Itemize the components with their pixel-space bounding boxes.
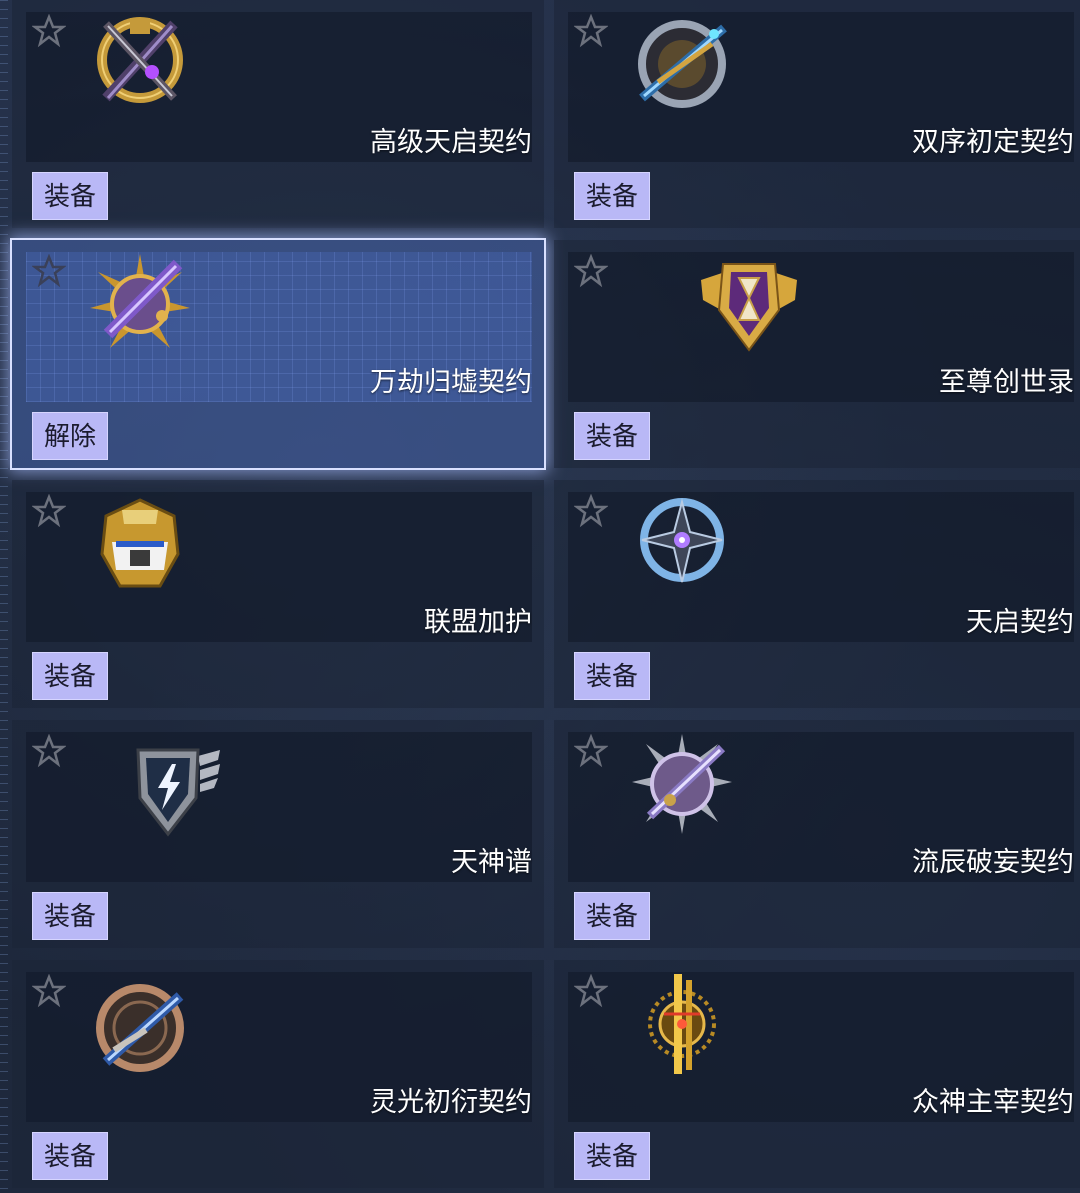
contract-name: 至尊创世录 xyxy=(939,367,1074,398)
contract-equip-screen: 高级天启契约 装备 双序初定契约 装备 万劫归墟契约 解除 至尊创世录 装备 联… xyxy=(0,0,1080,1193)
blue-blade-ring-emblem-icon xyxy=(638,20,727,108)
contract-card-10[interactable]: 众神主宰契约 装备 xyxy=(554,960,1080,1188)
favorite-star-icon[interactable] xyxy=(574,974,608,1008)
equip-button[interactable]: 装备 xyxy=(574,652,650,700)
favorite-star-icon[interactable] xyxy=(32,14,66,48)
contract-name: 灵光初衍契约 xyxy=(370,1087,532,1118)
violet-spiked-blade-emblem-icon xyxy=(90,254,190,348)
crossed-swords-gold-emblem-icon xyxy=(97,17,183,103)
contract-card-3-selected[interactable]: 万劫归墟契约 解除 xyxy=(12,240,544,468)
contract-grid: 高级天启契约 装备 双序初定契约 装备 万劫归墟契约 解除 至尊创世录 装备 联… xyxy=(0,0,1080,1193)
favorite-star-icon[interactable] xyxy=(574,734,608,768)
favorite-star-icon[interactable] xyxy=(574,14,608,48)
contract-card-1[interactable]: 高级天启契约 装备 xyxy=(12,0,544,228)
contract-card-9[interactable]: 灵光初衍契约 装备 xyxy=(12,960,544,1188)
contract-card-7[interactable]: 天神谱 装备 xyxy=(12,720,544,948)
favorite-star-icon[interactable] xyxy=(574,254,608,288)
favorite-star-icon[interactable] xyxy=(32,254,66,288)
equip-button[interactable]: 装备 xyxy=(32,652,108,700)
contract-name: 天启契约 xyxy=(966,607,1074,638)
golden-pillar-sigil-icon xyxy=(648,974,716,1074)
equip-button[interactable]: 装备 xyxy=(574,1132,650,1180)
contract-card-5[interactable]: 联盟加护 装备 xyxy=(12,480,544,708)
bronze-blade-ring-emblem-icon xyxy=(96,984,184,1072)
favorite-star-icon[interactable] xyxy=(32,734,66,768)
contract-card-8[interactable]: 流辰破妄契约 装备 xyxy=(554,720,1080,948)
contract-card-2[interactable]: 双序初定契约 装备 xyxy=(554,0,1080,228)
contract-name: 双序初定契约 xyxy=(912,127,1074,158)
contract-name: 高级天启契约 xyxy=(370,127,532,158)
equip-button[interactable]: 装备 xyxy=(574,892,650,940)
lightning-winged-shield-icon xyxy=(136,748,220,837)
contract-card-4[interactable]: 至尊创世录 装备 xyxy=(554,240,1080,468)
lavender-blade-star-emblem-icon xyxy=(632,734,732,834)
equip-button[interactable]: 装备 xyxy=(574,412,650,460)
unequip-button[interactable]: 解除 xyxy=(32,412,108,460)
contract-card-6[interactable]: 天启契约 装备 xyxy=(554,480,1080,708)
equip-button[interactable]: 装备 xyxy=(574,172,650,220)
contract-name: 众神主宰契约 xyxy=(912,1087,1074,1118)
equip-button[interactable]: 装备 xyxy=(32,172,108,220)
contract-name: 万劫归墟契约 xyxy=(370,367,532,398)
favorite-star-icon[interactable] xyxy=(32,494,66,528)
favorite-star-icon[interactable] xyxy=(32,974,66,1008)
favorite-star-icon[interactable] xyxy=(574,494,608,528)
contract-name: 联盟加护 xyxy=(424,607,532,638)
blue-star-orb-emblem-icon xyxy=(640,498,724,583)
golden-hourglass-shield-icon xyxy=(701,263,797,352)
contract-name: 天神谱 xyxy=(451,847,532,878)
equip-button[interactable]: 装备 xyxy=(32,892,108,940)
contract-name: 流辰破妄契约 xyxy=(912,847,1074,878)
golden-helmet-icon xyxy=(100,498,180,588)
equip-button[interactable]: 装备 xyxy=(32,1132,108,1180)
